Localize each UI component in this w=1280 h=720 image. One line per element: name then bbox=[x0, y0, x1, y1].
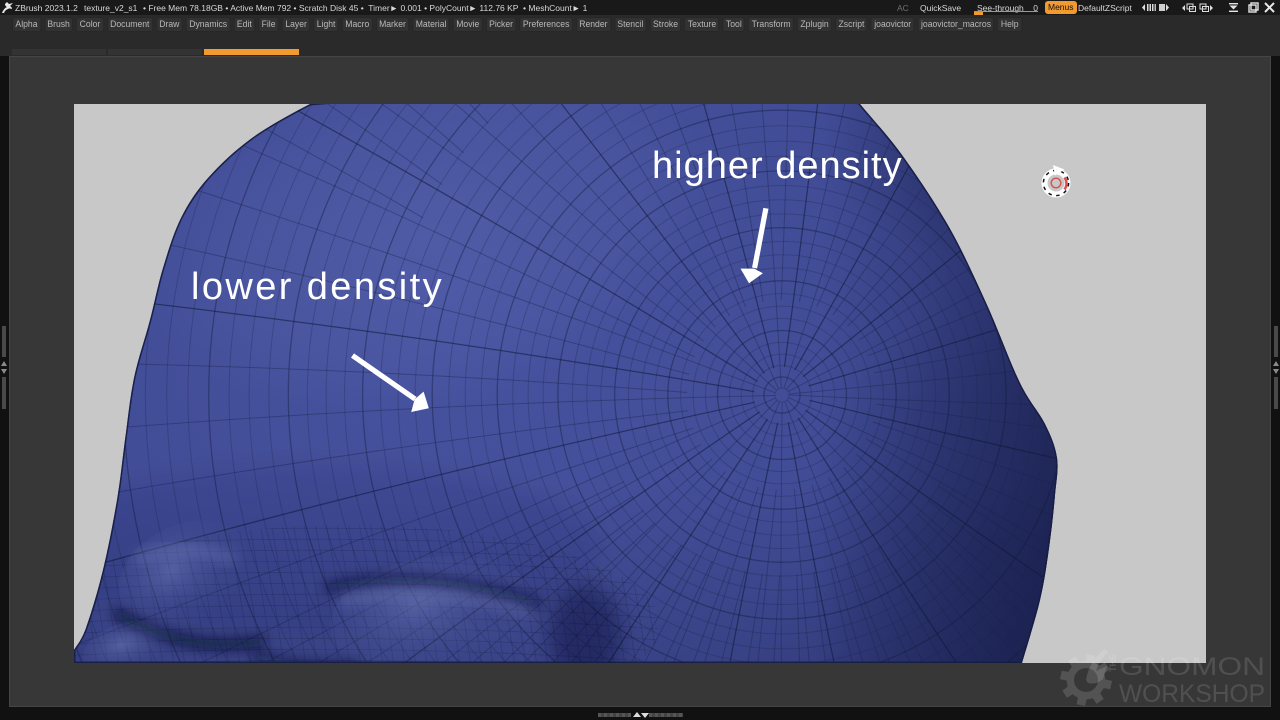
svg-text:WORKSHOP: WORKSHOP bbox=[1119, 680, 1265, 708]
svg-text:lower density: lower density bbox=[191, 266, 444, 308]
svg-text:THE: THE bbox=[1108, 654, 1118, 672]
svg-text:higher density: higher density bbox=[652, 145, 903, 187]
svg-text:GNOMON: GNOMON bbox=[1119, 653, 1265, 681]
